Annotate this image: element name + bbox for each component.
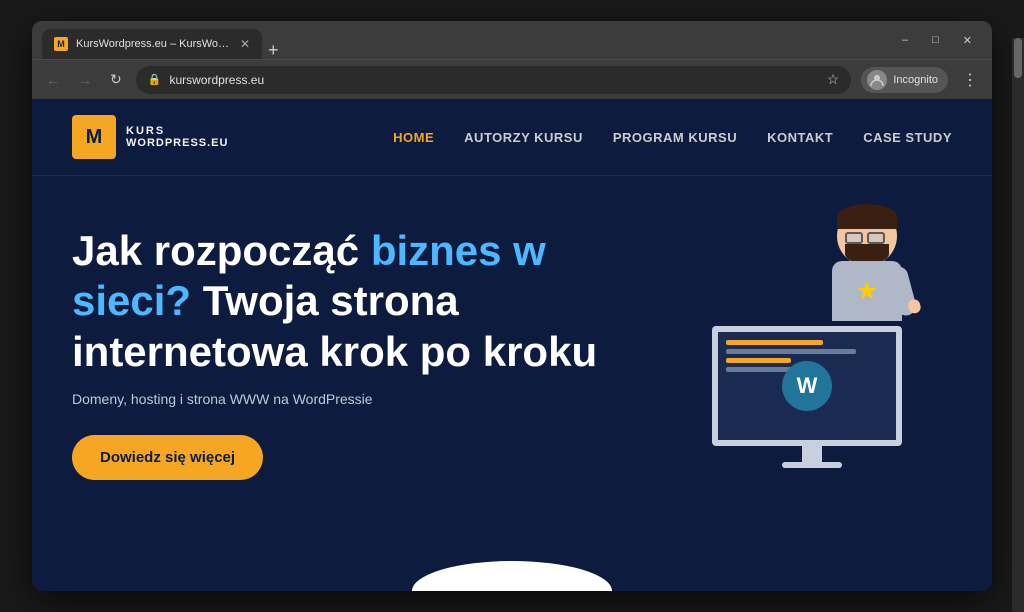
bookmark-icon[interactable]: ☆: [827, 71, 840, 88]
site-header: M KURS WORDPRESS.EU HOME AUTORZY KURSU P…: [32, 99, 992, 176]
nav-program[interactable]: PROGRAM KURSU: [613, 130, 737, 145]
code-line-2: [726, 349, 856, 354]
incognito-button[interactable]: Incognito: [861, 67, 948, 93]
character-thumb: [907, 298, 922, 315]
logo-text: KURS WORDPRESS.EU: [126, 125, 228, 149]
logo-wp: WORDPRESS.EU: [126, 137, 228, 149]
logo[interactable]: M KURS WORDPRESS.EU: [72, 115, 228, 159]
cta-button[interactable]: Dowiedz się więcej: [72, 435, 263, 480]
nav-case-study[interactable]: CASE STUDY: [863, 130, 952, 145]
close-button[interactable]: ✕: [953, 30, 982, 51]
character-glasses: [845, 232, 885, 244]
url-text: kurswordpress.eu: [169, 73, 264, 87]
tab-close-button[interactable]: ✕: [240, 38, 250, 50]
hero-subtext: Domeny, hosting i strona WWW na WordPres…: [72, 391, 632, 407]
logo-kurs: KURS: [126, 125, 228, 137]
nav-home[interactable]: HOME: [393, 130, 434, 145]
site-nav: HOME AUTORZY KURSU PROGRAM KURSU KONTAKT…: [393, 130, 952, 145]
hero-text: Jak rozpocząć biznes w sieci? Twoja stro…: [72, 216, 632, 480]
nav-kontakt[interactable]: KONTAKT: [767, 130, 833, 145]
url-bar[interactable]: 🔒 kurswordpress.eu ☆: [136, 66, 852, 94]
forward-button[interactable]: →: [74, 69, 96, 91]
website-content: M KURS WORDPRESS.EU HOME AUTORZY KURSU P…: [32, 99, 992, 591]
maximize-button[interactable]: □: [922, 30, 949, 50]
wordpress-logo: W: [782, 361, 832, 411]
browser-window: M KursWordpress.eu – KursWordpr... ✕ + –…: [32, 21, 992, 591]
lock-icon: 🔒: [148, 73, 162, 86]
hero-illustration: W: [632, 206, 932, 486]
monitor-screen: W: [712, 326, 902, 446]
logo-icon: M: [72, 115, 116, 159]
character-head: [837, 206, 897, 266]
code-line-1: [726, 340, 823, 345]
nav-autorzy[interactable]: AUTORZY KURSU: [464, 130, 583, 145]
hero-heading: Jak rozpocząć biznes w sieci? Twoja stro…: [72, 226, 632, 377]
tab-favicon: M: [54, 37, 68, 51]
monitor-stand: [802, 446, 822, 462]
browser-menu-button[interactable]: ⋮: [958, 66, 982, 94]
minimize-button[interactable]: –: [892, 30, 918, 50]
hero-section: Jak rozpocząć biznes w sieci? Twoja stro…: [32, 176, 992, 591]
address-bar: ← → ↻ 🔒 kurswordpress.eu ☆ Incognito ⋮: [32, 59, 992, 99]
monitor: W: [712, 326, 912, 476]
hero-heading-part1: Jak rozpocząć: [72, 227, 371, 274]
glass-left: [845, 232, 863, 244]
incognito-label: Incognito: [893, 74, 938, 86]
active-tab[interactable]: M KursWordpress.eu – KursWordpr... ✕: [42, 29, 262, 59]
window-controls: – □ ✕: [892, 30, 982, 51]
code-line-3: [726, 358, 791, 363]
character-star: [857, 281, 877, 301]
tab-strip: M KursWordpress.eu – KursWordpr... ✕ +: [42, 21, 884, 59]
refresh-button[interactable]: ↻: [106, 67, 126, 92]
back-button[interactable]: ←: [42, 69, 64, 91]
bottom-arc: [412, 561, 612, 591]
tab-title: KursWordpress.eu – KursWordpr...: [76, 38, 232, 50]
new-tab-button[interactable]: +: [262, 41, 285, 59]
incognito-avatar: [867, 70, 887, 90]
character-hair: [837, 204, 897, 229]
title-bar: M KursWordpress.eu – KursWordpr... ✕ + –…: [32, 21, 992, 59]
monitor-base: [782, 462, 842, 468]
glass-right: [867, 232, 885, 244]
